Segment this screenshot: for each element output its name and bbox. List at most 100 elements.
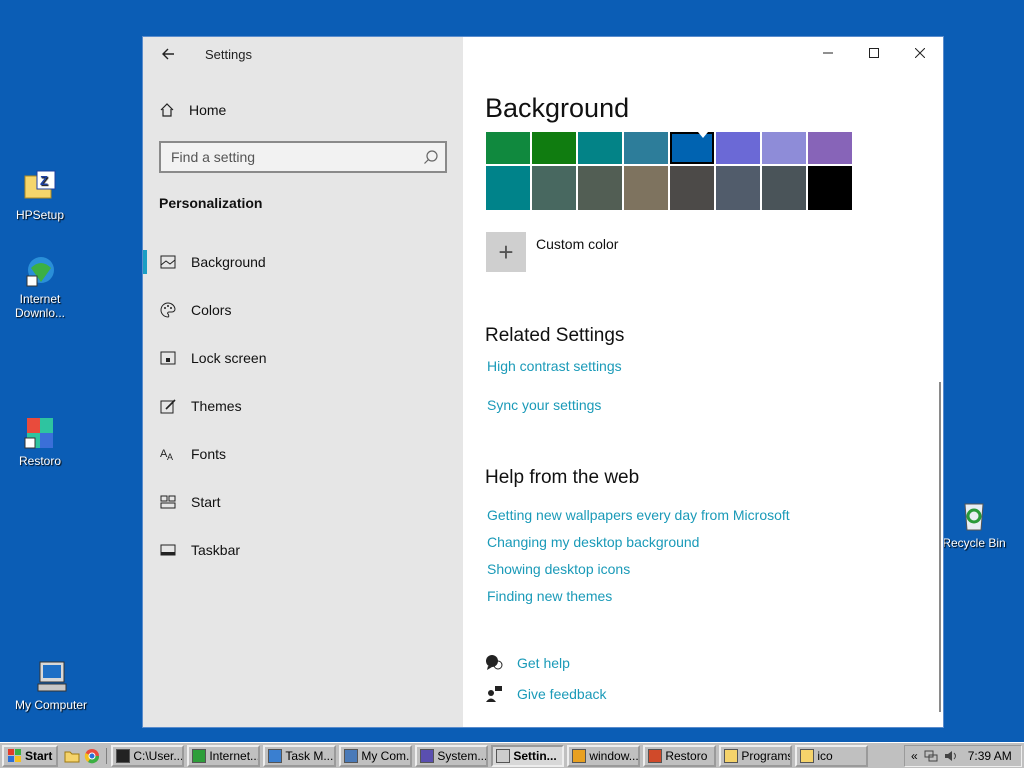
give-feedback-link[interactable]: Give feedback bbox=[485, 685, 607, 703]
search-box bbox=[159, 141, 447, 173]
palette-icon bbox=[159, 301, 177, 319]
scrollbar[interactable] bbox=[939, 382, 941, 712]
taskbar-button[interactable]: System... bbox=[415, 744, 489, 767]
app-icon bbox=[496, 748, 511, 763]
nav-label: Themes bbox=[191, 398, 242, 414]
color-swatch[interactable] bbox=[532, 132, 576, 164]
desktop-icon-internet-download[interactable]: Internet Downlo... bbox=[0, 254, 80, 320]
svg-text:A: A bbox=[167, 452, 173, 462]
home-link[interactable]: Home bbox=[159, 99, 226, 121]
color-swatch[interactable] bbox=[624, 166, 668, 210]
get-help-link[interactable]: Get help bbox=[485, 654, 570, 672]
taskbar-button[interactable]: ico bbox=[795, 744, 869, 767]
taskbar-button-label: My Com... bbox=[361, 748, 413, 763]
taskbar-button-label: ico bbox=[817, 748, 833, 763]
color-swatch[interactable] bbox=[762, 132, 806, 164]
color-swatch[interactable] bbox=[624, 132, 668, 164]
color-swatch[interactable] bbox=[670, 132, 714, 164]
taskbar-button[interactable]: Programs bbox=[719, 744, 793, 767]
color-swatch[interactable] bbox=[808, 132, 852, 164]
taskbar-button[interactable]: Settin... bbox=[491, 744, 565, 767]
desktop-icon-label: Recycle Bin bbox=[942, 536, 1006, 550]
search-icon[interactable] bbox=[423, 149, 439, 165]
color-swatch[interactable] bbox=[532, 166, 576, 210]
feedback-icon bbox=[486, 686, 502, 702]
taskbar-button-label: Programs bbox=[741, 748, 793, 763]
content-pane: Background + Custom color Related Settin… bbox=[463, 37, 943, 727]
nav-item-start[interactable]: Start bbox=[143, 478, 463, 526]
back-button[interactable] bbox=[157, 43, 179, 65]
taskbar-button[interactable]: Task M... bbox=[263, 744, 337, 767]
nav-item-colors[interactable]: Colors bbox=[143, 286, 463, 334]
color-swatch[interactable] bbox=[578, 132, 622, 164]
maximize-icon bbox=[869, 48, 879, 58]
window-title: Settings bbox=[205, 47, 252, 62]
taskbar-button[interactable]: My Com... bbox=[339, 744, 413, 767]
minimize-icon bbox=[823, 52, 833, 54]
chat-help-icon bbox=[486, 655, 503, 670]
color-swatch[interactable] bbox=[716, 166, 760, 210]
sidebar: Settings Home Personalization Background… bbox=[143, 37, 463, 727]
start-label: Start bbox=[25, 748, 53, 763]
close-button[interactable] bbox=[897, 37, 943, 69]
maximize-button[interactable] bbox=[851, 37, 897, 69]
nav-label: Background bbox=[191, 254, 266, 270]
help-link-wallpapers[interactable]: Getting new wallpapers every day from Mi… bbox=[487, 507, 790, 523]
app-icon bbox=[268, 748, 283, 763]
close-icon bbox=[915, 48, 925, 58]
title-bar: Settings bbox=[143, 37, 463, 71]
taskbar-button-label: C:\User... bbox=[133, 748, 184, 763]
tray-expand-button[interactable]: « bbox=[911, 749, 918, 763]
app-icon bbox=[192, 748, 207, 763]
nav-list: Background Colors Lock screen Themes AA … bbox=[143, 238, 463, 574]
nav-item-taskbar[interactable]: Taskbar bbox=[143, 526, 463, 574]
plus-icon: + bbox=[486, 232, 526, 272]
color-swatch[interactable] bbox=[808, 166, 852, 210]
desktop-icon-label: Internet Downlo... bbox=[14, 292, 66, 320]
nav-item-fonts[interactable]: AA Fonts bbox=[143, 430, 463, 478]
nav-item-background[interactable]: Background bbox=[143, 238, 463, 286]
clock[interactable]: 7:39 AM bbox=[968, 749, 1012, 763]
help-link-desktop-icons[interactable]: Showing desktop icons bbox=[487, 561, 630, 577]
color-swatch[interactable] bbox=[716, 132, 760, 164]
chrome-icon[interactable] bbox=[84, 748, 100, 764]
taskbar-button-label: window... bbox=[589, 748, 639, 763]
taskbar-button[interactable]: window... bbox=[567, 744, 641, 767]
desktop-icon-my-computer[interactable]: My Computer bbox=[11, 660, 91, 712]
desktop-icon-restoro[interactable]: Restoro bbox=[0, 416, 80, 468]
taskbar-button[interactable]: Restoro bbox=[643, 744, 717, 767]
color-swatch[interactable] bbox=[670, 166, 714, 210]
nav-item-themes[interactable]: Themes bbox=[143, 382, 463, 430]
color-swatch[interactable] bbox=[486, 166, 530, 210]
app-icon bbox=[572, 748, 587, 763]
desktop-icon-label: Restoro bbox=[18, 454, 62, 468]
network-icon[interactable] bbox=[924, 750, 938, 762]
high-contrast-link[interactable]: High contrast settings bbox=[487, 358, 622, 374]
taskbar-button[interactable]: C:\User... bbox=[111, 744, 185, 767]
start-icon bbox=[159, 493, 177, 511]
taskbar-button[interactable]: Internet... bbox=[187, 744, 261, 767]
taskbar-button-label: Task M... bbox=[285, 748, 334, 763]
system-tray: « 7:39 AM bbox=[904, 745, 1022, 767]
app-icon bbox=[724, 748, 739, 763]
color-swatch[interactable] bbox=[762, 166, 806, 210]
custom-color-button[interactable]: + Custom color bbox=[486, 232, 618, 272]
back-arrow-icon bbox=[162, 48, 174, 60]
desktop-icon-recycle-bin[interactable]: Recycle Bin bbox=[934, 498, 1014, 550]
help-link-change-background[interactable]: Changing my desktop background bbox=[487, 534, 699, 550]
folder-icon[interactable] bbox=[64, 748, 80, 764]
help-link-themes[interactable]: Finding new themes bbox=[487, 588, 612, 604]
app-icon bbox=[800, 748, 815, 763]
color-swatch[interactable] bbox=[486, 132, 530, 164]
color-swatch[interactable] bbox=[578, 166, 622, 210]
search-input[interactable] bbox=[161, 143, 411, 171]
nav-item-lock-screen[interactable]: Lock screen bbox=[143, 334, 463, 382]
start-button[interactable]: Start bbox=[2, 744, 59, 767]
idm-icon bbox=[23, 254, 57, 288]
taskbar-button-label: Internet... bbox=[209, 748, 261, 763]
minimize-button[interactable] bbox=[805, 37, 851, 69]
section-heading: Personalization bbox=[159, 195, 263, 211]
desktop-icon-hpsetup[interactable]: Z HPSetup bbox=[0, 170, 80, 222]
volume-icon[interactable] bbox=[944, 750, 958, 762]
sync-settings-link[interactable]: Sync your settings bbox=[487, 397, 601, 413]
